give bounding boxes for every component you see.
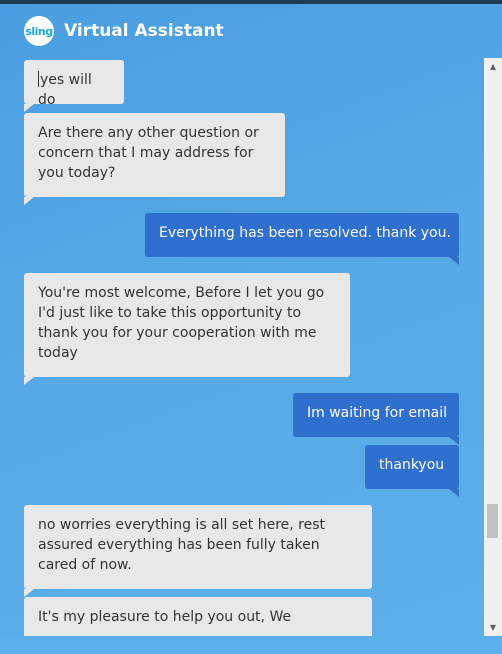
header-title: Virtual Assistant [64,21,224,41]
logo-text: sling [25,24,53,38]
message-text: Are there any other question or concern … [38,125,259,181]
chat-scrollbar[interactable]: ▲ ▼ [484,58,502,636]
message-text: yes will do [38,72,92,108]
scroll-down-arrow-icon[interactable]: ▼ [484,619,502,636]
message-user: thankyou [365,445,459,497]
scroll-up-arrow-icon[interactable]: ▲ [484,58,502,75]
message-text: Everything has been resolved. thank you. [159,225,451,241]
chat-header: sling Virtual Assistant [0,4,484,58]
message-bot: no worries everything is all set here, r… [24,505,372,597]
text-cursor [38,71,39,87]
message-text: It's my pleasure to help you out, We [38,609,292,625]
chat-window: sling Virtual Assistant yes will do Are … [0,0,502,654]
message-text: You're most welcome, Before I let you go… [38,285,325,361]
message-bot: Are there any other question or concern … [24,113,285,205]
message-bot: You're most welcome, Before I let you go… [24,273,350,385]
scrollbar-thumb[interactable] [487,504,498,538]
message-user: Everything has been resolved. thank you. [145,213,459,265]
message-bot: It's my pleasure to help you out, We [24,597,372,636]
message-bot: yes will do [24,60,124,112]
message-list[interactable]: yes will do Are there any other question… [0,58,484,636]
message-text: Im waiting for email [307,405,448,421]
chat-footer-edge [0,636,502,654]
message-text: no worries everything is all set here, r… [38,517,326,573]
message-user: Im waiting for email [293,393,459,445]
message-text: thankyou [379,457,445,473]
sling-logo-icon: sling [24,16,54,46]
